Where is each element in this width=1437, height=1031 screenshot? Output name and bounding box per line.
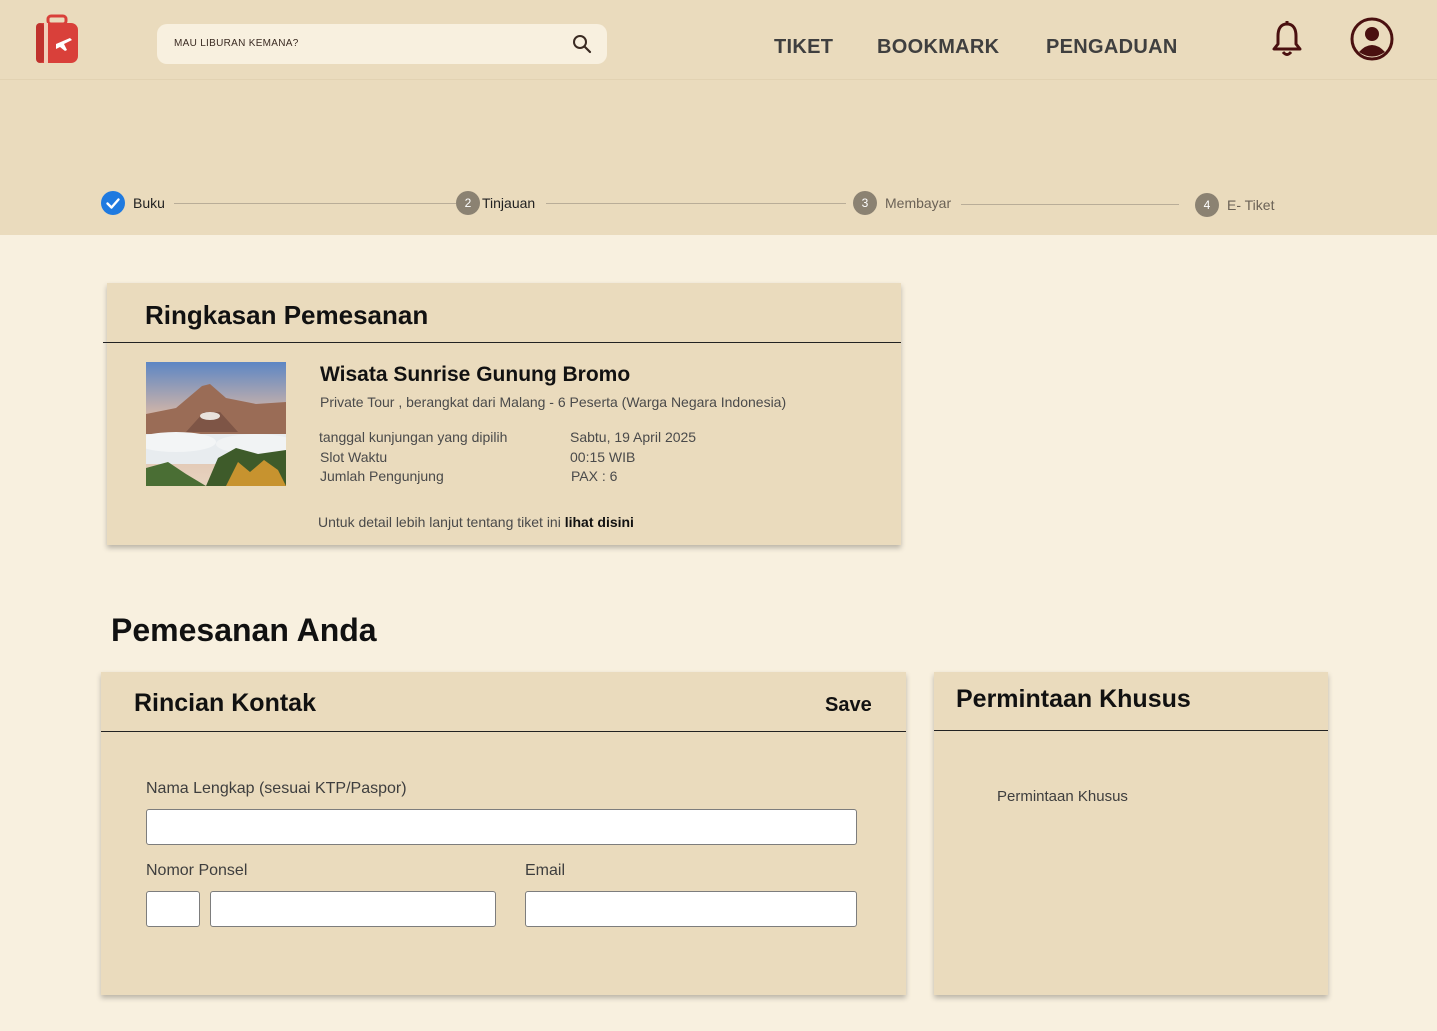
phone-number-input[interactable]	[210, 891, 496, 927]
detail-value-time-slot: 00:15 WIB	[570, 449, 636, 465]
tour-name: Wisata Sunrise Gunung Bromo	[320, 363, 631, 386]
full-name-label: Nama Lengkap (sesuai KTP/Paspor)	[146, 780, 407, 797]
detail-label-time-slot: Slot Waktu	[320, 449, 388, 465]
tour-subtitle: Private Tour , berangkat dari Malang - 6…	[320, 394, 787, 410]
ticket-detail-text: Untuk detail lebih lanjut tentang tiket …	[318, 514, 561, 530]
notification-bell-icon[interactable]	[1271, 20, 1303, 58]
search-placeholder[interactable]: MAU LIBURAN KEMANA?	[174, 38, 299, 49]
special-request-card: Permintaan Khusus Permintaan Khusus	[934, 672, 1328, 995]
nav-pengaduan[interactable]: PENGADUAN	[1046, 36, 1178, 59]
step-connector	[546, 203, 846, 204]
top-navigation-bar: MAU LIBURAN KEMANA? TIKET BOOKMARK PENGA…	[0, 0, 1437, 80]
step-number-4: 4	[1195, 193, 1219, 217]
suitcase-logo-icon[interactable]	[34, 14, 80, 66]
contact-title: Rincian Kontak	[134, 689, 316, 717]
detail-label-visit-date: tanggal kunjungan yang dipilih	[319, 429, 508, 445]
email-input[interactable]	[525, 891, 857, 927]
nav-tiket[interactable]: TIKET	[774, 36, 833, 59]
see-details-link[interactable]: lihat disini	[565, 514, 634, 530]
user-profile-icon[interactable]	[1349, 16, 1395, 62]
tour-thumbnail-image[interactable]	[146, 362, 286, 486]
divider	[101, 731, 906, 732]
step-done-check-icon	[101, 191, 125, 215]
step-label-membayar: Membayar	[885, 195, 952, 211]
nav-bookmark[interactable]: BOOKMARK	[877, 36, 999, 59]
booking-stepper: Buku 2 Tinjauan 3 Membayar 4 E- Tiket	[0, 80, 1437, 235]
phone-country-code-input[interactable]	[146, 891, 200, 927]
booking-section-heading: Pemesanan Anda	[111, 612, 377, 648]
detail-label-visitors: Jumlah Pengunjung	[320, 468, 444, 484]
search-icon[interactable]	[571, 33, 593, 55]
detail-value-visit-date: Sabtu, 19 April 2025	[570, 429, 697, 445]
special-request-title: Permintaan Khusus	[956, 685, 1191, 713]
special-request-input[interactable]: Permintaan Khusus	[997, 788, 1128, 805]
ticket-detail-note: Untuk detail lebih lanjut tentang tiket …	[318, 514, 634, 530]
step-label-buku: Buku	[133, 195, 165, 211]
full-name-input[interactable]	[146, 809, 857, 845]
step-label-e-tiket: E- Tiket	[1227, 197, 1275, 213]
step-label-tinjauan: Tinjauan	[482, 195, 536, 211]
detail-value-visitors: PAX : 6	[571, 468, 618, 484]
step-number-2: 2	[456, 191, 480, 215]
email-label: Email	[525, 862, 566, 879]
step-number-3: 3	[853, 191, 877, 215]
step-connector	[174, 203, 456, 204]
save-button[interactable]: Save	[825, 694, 872, 717]
search-bar[interactable]: MAU LIBURAN KEMANA?	[157, 24, 607, 64]
divider	[103, 342, 901, 343]
booking-summary-card: Ringkasan Pemesanan Wisata Sunrise Gunun…	[103, 283, 901, 545]
step-connector	[961, 204, 1179, 205]
contact-details-card: Rincian Kontak Save Nama Lengkap (sesuai…	[101, 672, 906, 995]
summary-title: Ringkasan Pemesanan	[145, 300, 429, 330]
divider	[934, 730, 1328, 731]
phone-label: Nomor Ponsel	[146, 862, 248, 879]
